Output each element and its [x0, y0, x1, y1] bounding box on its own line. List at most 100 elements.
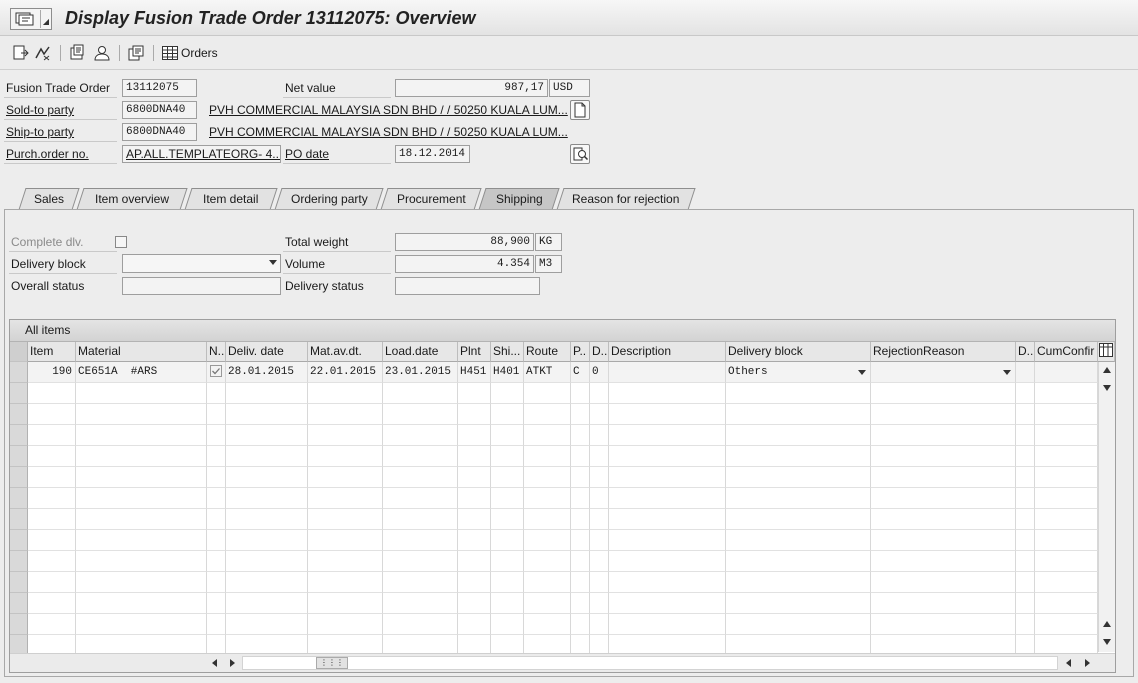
tab-sales[interactable]: Sales	[18, 188, 80, 210]
empty-cell[interactable]	[590, 614, 609, 635]
empty-cell[interactable]	[726, 593, 871, 614]
empty-cell[interactable]	[571, 425, 590, 446]
empty-cell[interactable]	[726, 446, 871, 467]
empty-cell[interactable]	[76, 593, 207, 614]
empty-cell[interactable]	[28, 614, 76, 635]
cell-rejection-reason-dropdown[interactable]	[871, 362, 1016, 383]
empty-cell[interactable]	[308, 614, 383, 635]
empty-cell[interactable]	[207, 509, 226, 530]
net-value-field[interactable]: 987,17	[395, 79, 548, 97]
empty-cell[interactable]	[226, 383, 308, 404]
empty-cell[interactable]	[524, 530, 571, 551]
empty-cell[interactable]	[76, 467, 207, 488]
empty-cell[interactable]	[383, 593, 458, 614]
empty-cell[interactable]	[1016, 467, 1035, 488]
column-header-p[interactable]: P..	[571, 342, 590, 362]
empty-cell[interactable]	[1016, 593, 1035, 614]
empty-cell[interactable]	[308, 530, 383, 551]
empty-cell[interactable]	[524, 509, 571, 530]
column-header-deliv-date[interactable]: Deliv. date	[226, 342, 308, 362]
complete-dlv-checkbox[interactable]	[115, 236, 127, 248]
empty-cell[interactable]	[458, 614, 491, 635]
empty-cell[interactable]	[458, 446, 491, 467]
scroll-right-icon[interactable]	[1085, 659, 1090, 667]
row-selector[interactable]	[10, 404, 28, 425]
empty-cell[interactable]	[458, 551, 491, 572]
empty-cell[interactable]	[383, 488, 458, 509]
fusion-trade-order-field[interactable]: 13112075	[122, 79, 197, 97]
empty-cell[interactable]	[383, 614, 458, 635]
empty-cell[interactable]	[76, 488, 207, 509]
empty-cell[interactable]	[308, 488, 383, 509]
empty-cell[interactable]	[76, 572, 207, 593]
orders-button[interactable]: Orders	[162, 44, 218, 62]
empty-cell[interactable]	[871, 509, 1016, 530]
empty-cell[interactable]	[571, 614, 590, 635]
empty-cell[interactable]	[1035, 383, 1098, 404]
empty-cell[interactable]	[571, 467, 590, 488]
empty-cell[interactable]	[308, 572, 383, 593]
empty-cell[interactable]	[871, 593, 1016, 614]
empty-cell[interactable]	[871, 614, 1016, 635]
empty-cell[interactable]	[571, 383, 590, 404]
dropdown-arrow-icon[interactable]	[858, 370, 866, 375]
empty-cell[interactable]	[491, 446, 524, 467]
column-header-material[interactable]: Material	[76, 342, 207, 362]
delivery-block-dropdown[interactable]	[122, 254, 281, 273]
header-details-icon[interactable]	[68, 44, 86, 62]
other-document-icon[interactable]	[12, 44, 30, 62]
ship-to-party-label[interactable]: Ship-to party	[6, 125, 74, 139]
column-header-cum-confirmed[interactable]: CumConfir	[1035, 342, 1098, 362]
empty-cell[interactable]	[458, 509, 491, 530]
empty-cell[interactable]	[226, 593, 308, 614]
row-selector[interactable]	[10, 383, 28, 404]
empty-cell[interactable]	[609, 614, 726, 635]
column-header-d2[interactable]: D..	[1016, 342, 1035, 362]
overall-status-field[interactable]	[122, 277, 281, 295]
empty-cell[interactable]	[491, 572, 524, 593]
row-selector[interactable]	[10, 446, 28, 467]
empty-cell[interactable]	[726, 572, 871, 593]
cell-delivery-block-dropdown[interactable]: Others	[726, 362, 871, 383]
empty-cell[interactable]	[226, 614, 308, 635]
empty-cell[interactable]	[383, 530, 458, 551]
column-header-d[interactable]: D..	[590, 342, 609, 362]
empty-cell[interactable]	[1035, 488, 1098, 509]
scroll-up-icon[interactable]	[1103, 621, 1111, 627]
empty-cell[interactable]	[1035, 509, 1098, 530]
empty-cell[interactable]	[871, 551, 1016, 572]
empty-cell[interactable]	[590, 404, 609, 425]
empty-cell[interactable]	[871, 404, 1016, 425]
empty-cell[interactable]	[491, 530, 524, 551]
empty-cell[interactable]	[491, 425, 524, 446]
empty-cell[interactable]	[28, 530, 76, 551]
row-selector[interactable]	[10, 572, 28, 593]
empty-cell[interactable]	[28, 593, 76, 614]
total-weight-field[interactable]: 88,900	[395, 233, 534, 251]
empty-cell[interactable]	[571, 572, 590, 593]
empty-cell[interactable]	[28, 509, 76, 530]
row-selector[interactable]	[10, 593, 28, 614]
empty-cell[interactable]	[590, 383, 609, 404]
empty-cell[interactable]	[491, 404, 524, 425]
empty-cell[interactable]	[308, 593, 383, 614]
empty-cell[interactable]	[308, 383, 383, 404]
empty-cell[interactable]	[726, 488, 871, 509]
empty-cell[interactable]	[609, 383, 726, 404]
empty-cell[interactable]	[76, 551, 207, 572]
empty-cell[interactable]	[1016, 488, 1035, 509]
empty-cell[interactable]	[491, 467, 524, 488]
empty-cell[interactable]	[491, 383, 524, 404]
empty-cell[interactable]	[491, 509, 524, 530]
empty-cell[interactable]	[609, 572, 726, 593]
column-header-mat-av-dt[interactable]: Mat.av.dt.	[308, 342, 383, 362]
empty-cell[interactable]	[524, 467, 571, 488]
empty-cell[interactable]	[458, 593, 491, 614]
empty-cell[interactable]	[524, 593, 571, 614]
empty-cell[interactable]	[609, 593, 726, 614]
empty-cell[interactable]	[590, 530, 609, 551]
scroll-down-icon[interactable]	[1103, 385, 1111, 391]
empty-cell[interactable]	[1035, 593, 1098, 614]
empty-cell[interactable]	[571, 446, 590, 467]
empty-cell[interactable]	[726, 614, 871, 635]
